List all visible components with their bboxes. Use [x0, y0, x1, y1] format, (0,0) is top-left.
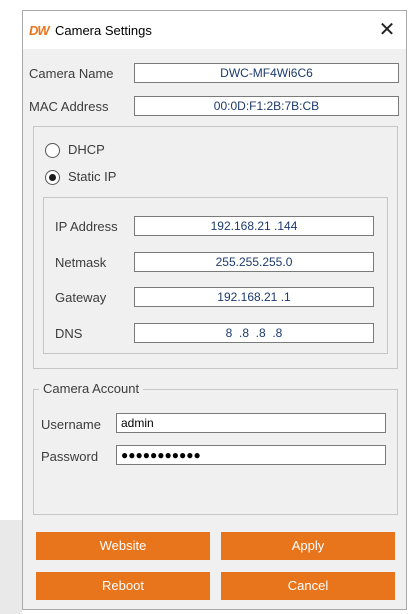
reboot-button[interactable]: Reboot [36, 572, 210, 600]
background-panel [0, 520, 22, 614]
dw-logo: DW [29, 23, 50, 38]
mac-address-field[interactable]: 00:0D:F1:2B:7B:CB [134, 96, 399, 116]
password-field[interactable]: ●●●●●●●●●●● [116, 445, 386, 465]
username-field[interactable]: admin [116, 413, 386, 433]
netmask-label: Netmask [55, 255, 107, 270]
dhcp-label: DHCP [68, 142, 105, 157]
website-button[interactable]: Website [36, 532, 210, 560]
close-icon[interactable]: ✕ [374, 17, 400, 43]
apply-button[interactable]: Apply [221, 532, 395, 560]
dhcp-radio[interactable] [45, 143, 60, 158]
ip-address-field[interactable]: 192.168.21 .144 [134, 216, 374, 236]
camera-name-label: Camera Name [29, 66, 114, 81]
netmask-field[interactable]: 255.255.255.0 [134, 252, 374, 272]
title-bar: DW Camera Settings ✕ [23, 11, 406, 49]
mac-address-label: MAC Address [29, 99, 109, 114]
static-ip-label: Static IP [68, 169, 117, 184]
dns-field[interactable]: 8 .8 .8 .8 [134, 323, 374, 343]
gateway-field[interactable]: 192.168.21 .1 [134, 287, 374, 307]
cancel-button[interactable]: Cancel [221, 572, 395, 600]
camera-settings-dialog: DW Camera Settings ✕ Camera Name DWC-MF4… [22, 10, 407, 610]
camera-account-legend: Camera Account [39, 381, 144, 396]
gateway-label: Gateway [55, 290, 107, 305]
static-ip-radio[interactable] [45, 170, 60, 185]
username-label: Username [41, 417, 101, 432]
window-title: Camera Settings [55, 23, 152, 38]
ip-address-label: IP Address [55, 219, 118, 234]
camera-name-field[interactable]: DWC-MF4Wi6C6 [134, 63, 399, 83]
password-label: Password [41, 449, 99, 464]
dns-label: DNS [55, 326, 83, 341]
